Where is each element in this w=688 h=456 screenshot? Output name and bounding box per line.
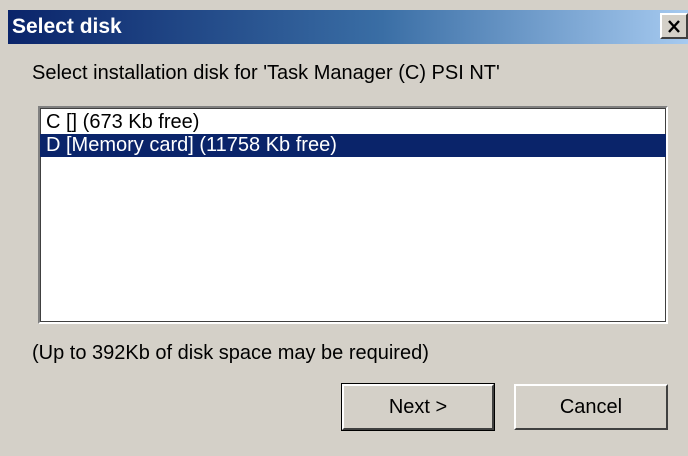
next-button-label: Next > <box>388 395 448 418</box>
disk-listbox[interactable]: C [] (673 Kb free) D [Memory card] (1175… <box>38 106 668 324</box>
close-icon <box>668 19 680 33</box>
disk-item-d[interactable]: D [Memory card] (11758 Kb free) <box>40 134 666 157</box>
select-disk-dialog: Select disk Select installation disk for… <box>0 0 688 456</box>
cancel-button[interactable]: Cancel <box>514 384 668 430</box>
cancel-button-label: Cancel <box>559 395 623 418</box>
prompt-label: Select installation disk for 'Task Manag… <box>32 62 500 84</box>
disk-item-c[interactable]: C [] (673 Kb free) <box>40 111 666 134</box>
close-button[interactable] <box>660 13 688 39</box>
next-button[interactable]: Next > <box>341 383 495 431</box>
window-title: Select disk <box>12 15 122 38</box>
space-required-note: (Up to 392Kb of disk space may be requir… <box>32 342 429 364</box>
title-bar[interactable]: Select disk <box>8 10 688 44</box>
